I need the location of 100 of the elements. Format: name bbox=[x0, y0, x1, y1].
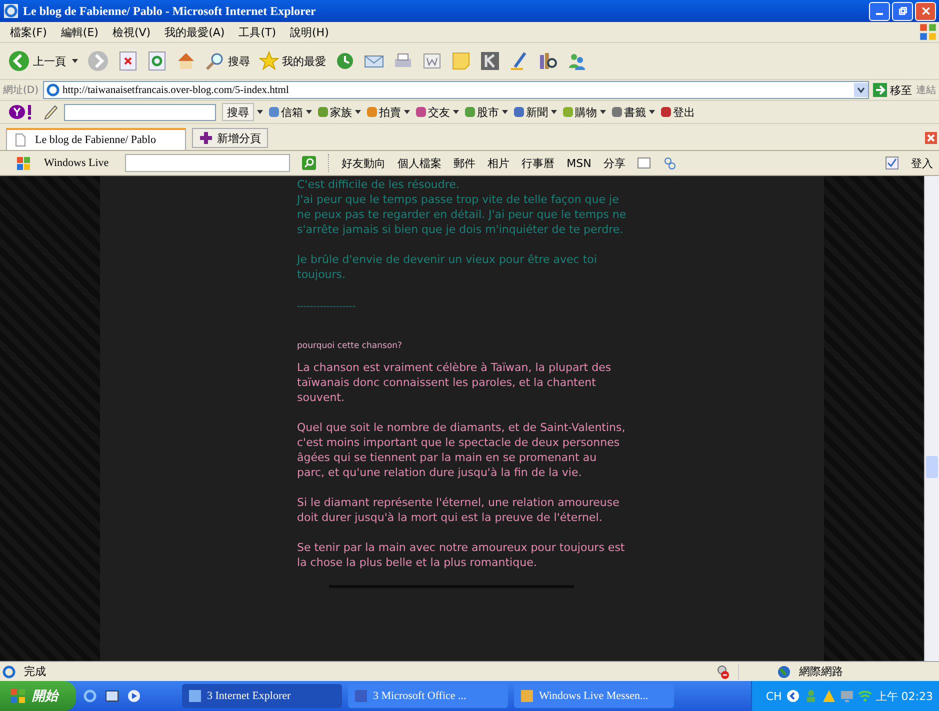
links-label[interactable]: 連結 bbox=[916, 83, 936, 97]
back-button[interactable]: 上一頁 bbox=[8, 50, 66, 72]
lyrics-paragraph: Je brûle d'envie de devenir un vieux pour être avec toi toujours. bbox=[297, 252, 598, 282]
clock: 上午 02:23 bbox=[876, 688, 933, 704]
toolbar-link[interactable]: 相片 bbox=[488, 156, 510, 170]
home-icon[interactable] bbox=[176, 51, 196, 71]
history-icon[interactable] bbox=[335, 51, 355, 71]
toolbar-icon[interactable] bbox=[269, 107, 279, 117]
body-paragraph: Quel que soit le nombre de diamants, et de Saint-Valentins, c'est moins important que le spectacle de deux personnes âgées qui se tiennent par la main en se promenant au parc, et qu'une relation dure jusqu'à la fin de la vie. bbox=[297, 420, 626, 480]
arrow-icon bbox=[873, 83, 887, 97]
taskbar-button[interactable]: Windows Live Messen... bbox=[514, 684, 674, 708]
caret-icon[interactable] bbox=[355, 110, 361, 114]
toolbar-link[interactable]: 郵件 bbox=[454, 156, 476, 170]
menu-item[interactable]: 檔案(F) bbox=[10, 24, 47, 40]
toolbar-link[interactable]: 交友 bbox=[428, 104, 450, 120]
lyrics-paragraph: C'est difficile de les résoudre. J'ai peur que le temps passe trop vite de telle façon que je ne peux pas te regarder en détail. J'ai peur que le temps ne s'arrête jamais si bien que je dois m'inquiéter de te perdre. bbox=[297, 177, 627, 237]
go-button[interactable]: 移至 bbox=[873, 82, 912, 98]
toolbar-icon[interactable] bbox=[612, 107, 622, 117]
pencil-icon[interactable] bbox=[42, 104, 58, 120]
people-icon[interactable] bbox=[567, 51, 587, 71]
dropdown-icon[interactable] bbox=[854, 83, 868, 97]
menu-item[interactable]: 檢視(V) bbox=[112, 24, 151, 40]
toolbar-icon[interactable] bbox=[661, 107, 671, 117]
windows-logo-icon bbox=[16, 155, 32, 171]
address-label: 網址(D) bbox=[3, 84, 39, 97]
caret-icon[interactable] bbox=[257, 110, 263, 114]
close-button[interactable] bbox=[915, 2, 936, 20]
globe-icon bbox=[777, 664, 791, 678]
caret-icon[interactable] bbox=[551, 110, 557, 114]
browser-tab[interactable]: Le blog de Fabienne/ Pablo bbox=[6, 128, 186, 150]
restore-button[interactable] bbox=[892, 2, 913, 20]
warning-icon[interactable] bbox=[822, 689, 836, 703]
toolbar-icon[interactable] bbox=[318, 107, 328, 117]
close-icon[interactable] bbox=[925, 132, 937, 144]
search-button[interactable]: 搜尋 bbox=[205, 51, 250, 71]
toolbar-link[interactable]: 拍賣 bbox=[379, 104, 401, 120]
menu-item[interactable]: 編輯(E) bbox=[60, 24, 98, 40]
sign-in-link[interactable]: 登入 bbox=[911, 156, 933, 170]
menu-item[interactable]: 說明(H) bbox=[290, 24, 329, 40]
toolbar-link[interactable]: 登出 bbox=[673, 104, 695, 120]
app-icon bbox=[520, 689, 534, 703]
live-search-field[interactable] bbox=[124, 154, 290, 172]
caret-icon[interactable] bbox=[404, 110, 410, 114]
yahoo-search-button[interactable]: 搜尋 bbox=[222, 103, 254, 121]
caret-icon[interactable] bbox=[72, 59, 78, 63]
toolbar-link[interactable]: 個人檔案 bbox=[398, 156, 442, 170]
favorites-button[interactable]: 我的最愛 bbox=[259, 51, 326, 71]
toolbar-icon[interactable] bbox=[465, 107, 475, 117]
body-paragraph: Se tenir par la main avec notre amoureux pour toujours est la chose la plus belle et la plus romantique. bbox=[297, 540, 626, 570]
address-field[interactable]: http://taiwanaisetfrancais.over-blog.com/5-index.html bbox=[42, 81, 869, 99]
windows-live-label: Windows Live bbox=[44, 157, 109, 169]
toolbar-icon[interactable] bbox=[416, 107, 426, 117]
plus-icon bbox=[199, 131, 213, 145]
checkmark-icon[interactable] bbox=[885, 156, 899, 170]
search-icon[interactable] bbox=[302, 156, 316, 170]
toolbar-link[interactable]: 好友動向 bbox=[342, 156, 386, 170]
browser-icon[interactable] bbox=[82, 688, 98, 704]
caret-icon[interactable] bbox=[306, 110, 312, 114]
toolbar-link[interactable]: 新聞 bbox=[526, 104, 548, 120]
toolbar-icon[interactable] bbox=[514, 107, 524, 117]
taskbar-button[interactable]: 3 Microsoft Office ... bbox=[348, 684, 508, 708]
toolbar-link[interactable]: 購物 bbox=[575, 104, 597, 120]
toolbar-link[interactable]: 行事曆 bbox=[522, 156, 555, 170]
toolbar-icon[interactable] bbox=[367, 107, 377, 117]
caret-icon[interactable] bbox=[600, 110, 606, 114]
stop-icon[interactable] bbox=[118, 51, 138, 71]
close-icon bbox=[920, 6, 930, 16]
refresh-icon[interactable] bbox=[147, 51, 167, 71]
yahoo-search-field[interactable] bbox=[64, 104, 216, 120]
menu-item[interactable]: 我的最愛(A) bbox=[164, 24, 225, 40]
word-icon[interactable] bbox=[422, 51, 442, 71]
windows-logo-icon bbox=[919, 23, 937, 41]
caret-icon[interactable] bbox=[649, 110, 655, 114]
caret-icon[interactable] bbox=[453, 110, 459, 114]
pen-icon[interactable] bbox=[509, 51, 529, 71]
toolbar-link[interactable]: MSN bbox=[566, 156, 592, 170]
scrollbar[interactable] bbox=[924, 176, 939, 661]
minimize-button[interactable] bbox=[869, 2, 890, 20]
security-zone: 網際網路 bbox=[799, 664, 844, 679]
body-paragraph: La chanson est vraiment célèbre à Taïwan, la plupart des taïwanais donc connaissent les paroles, et la chantent souvent. bbox=[297, 360, 612, 405]
body-paragraph: Si le diamant représente l'éternel, une relation amoureuse doit durer jusqu'à la mort qui est la preuve de l'éternel. bbox=[297, 495, 620, 525]
toolbar-link[interactable]: 信箱 bbox=[281, 104, 303, 120]
status-text: 完成 bbox=[24, 664, 46, 679]
section-heading: pourquoi cette chanson? bbox=[297, 340, 404, 353]
toolbar-link[interactable]: 書籤 bbox=[624, 104, 646, 120]
app-icon bbox=[188, 689, 202, 703]
k-letter-icon[interactable] bbox=[480, 51, 500, 71]
browser-icon bbox=[3, 3, 19, 19]
window-icon[interactable] bbox=[637, 156, 652, 170]
toolbar-link[interactable]: 家族 bbox=[330, 104, 352, 120]
toolbar-link[interactable]: 股市 bbox=[477, 104, 499, 120]
new-tab-button[interactable]: 新增分頁 bbox=[192, 128, 268, 148]
caret-icon[interactable] bbox=[502, 110, 508, 114]
windows-logo-icon bbox=[10, 688, 26, 704]
media-player-icon[interactable] bbox=[126, 688, 142, 704]
menu-item[interactable]: 工具(T) bbox=[238, 24, 276, 40]
taskbar-button[interactable]: 3 Internet Explorer bbox=[182, 684, 342, 708]
toolbar-link[interactable]: 分享 bbox=[603, 156, 626, 170]
toolbar-icon[interactable] bbox=[563, 107, 573, 117]
photo-icon[interactable] bbox=[104, 688, 120, 704]
